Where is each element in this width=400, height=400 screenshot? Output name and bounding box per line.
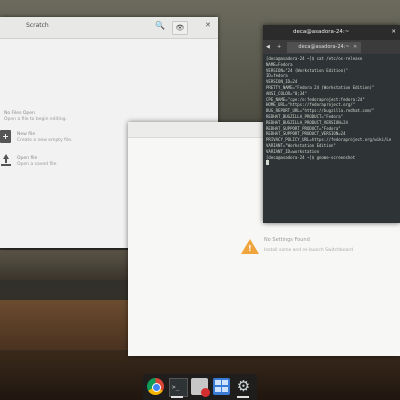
- warning-exclamation: !: [248, 244, 252, 253]
- close-icon[interactable]: ✕: [391, 25, 396, 40]
- open-file-action[interactable]: Open file Open a saved file.: [0, 154, 90, 170]
- warning-title: No Settings Found: [264, 237, 310, 243]
- open-file-icon: [0, 154, 11, 167]
- new-file-icon: [0, 130, 11, 143]
- running-indicator: [171, 396, 183, 398]
- terminal-icon[interactable]: >_: [169, 378, 188, 397]
- no-files-message: No Files Open Open a file to begin editi…: [4, 111, 67, 123]
- new-tab-icon[interactable]: +: [277, 42, 281, 53]
- screenshot-icon[interactable]: [191, 378, 210, 397]
- multitasking-icon[interactable]: [213, 378, 230, 395]
- dock: >_ ⚙: [143, 374, 257, 400]
- terminal-cursor-line: [266, 160, 397, 167]
- settings-icon[interactable]: ⚙: [235, 378, 252, 395]
- no-files-subtitle: Open a file to begin editing.: [4, 117, 67, 122]
- window-title: Scratch: [26, 22, 49, 29]
- eye-icon: 👁: [175, 24, 185, 32]
- terminal-window[interactable]: deca@asadora-24:~ ✕ ◀ + deca@asadora-24:…: [263, 25, 400, 223]
- warning-subtitle: Install some and re-launch Switchboard: [264, 248, 354, 253]
- chrome-icon[interactable]: [147, 378, 164, 395]
- tab-terminal[interactable]: deca@asadora-24:~: [287, 42, 361, 53]
- preview-toggle-button[interactable]: 👁: [172, 21, 188, 35]
- new-file-subtitle: Create a new empty file.: [17, 138, 73, 143]
- new-file-action[interactable]: New file Create a new empty file.: [0, 130, 90, 146]
- scratch-headerbar: Scratch 🔍 👁 ✕: [0, 17, 218, 39]
- tab-menu-icon[interactable]: ◀: [266, 42, 270, 53]
- terminal-title: deca@asadora-24:~: [293, 29, 350, 35]
- tab-close-icon[interactable]: ✕: [353, 42, 357, 53]
- terminal-titlebar: deca@asadora-24:~ ✕: [263, 25, 400, 40]
- terminal-tabbar: ◀ + deca@asadora-24:~ ✕: [263, 40, 400, 54]
- close-icon[interactable]: ✕: [205, 21, 211, 29]
- terminal-output[interactable]: [deca@asadora-24 ~]$ cat /etc/os-release…: [263, 54, 400, 169]
- open-file-subtitle: Open a saved file.: [17, 162, 58, 167]
- terminal-cursor: [266, 160, 269, 166]
- search-icon[interactable]: 🔍: [155, 21, 165, 30]
- running-indicator: [237, 396, 249, 398]
